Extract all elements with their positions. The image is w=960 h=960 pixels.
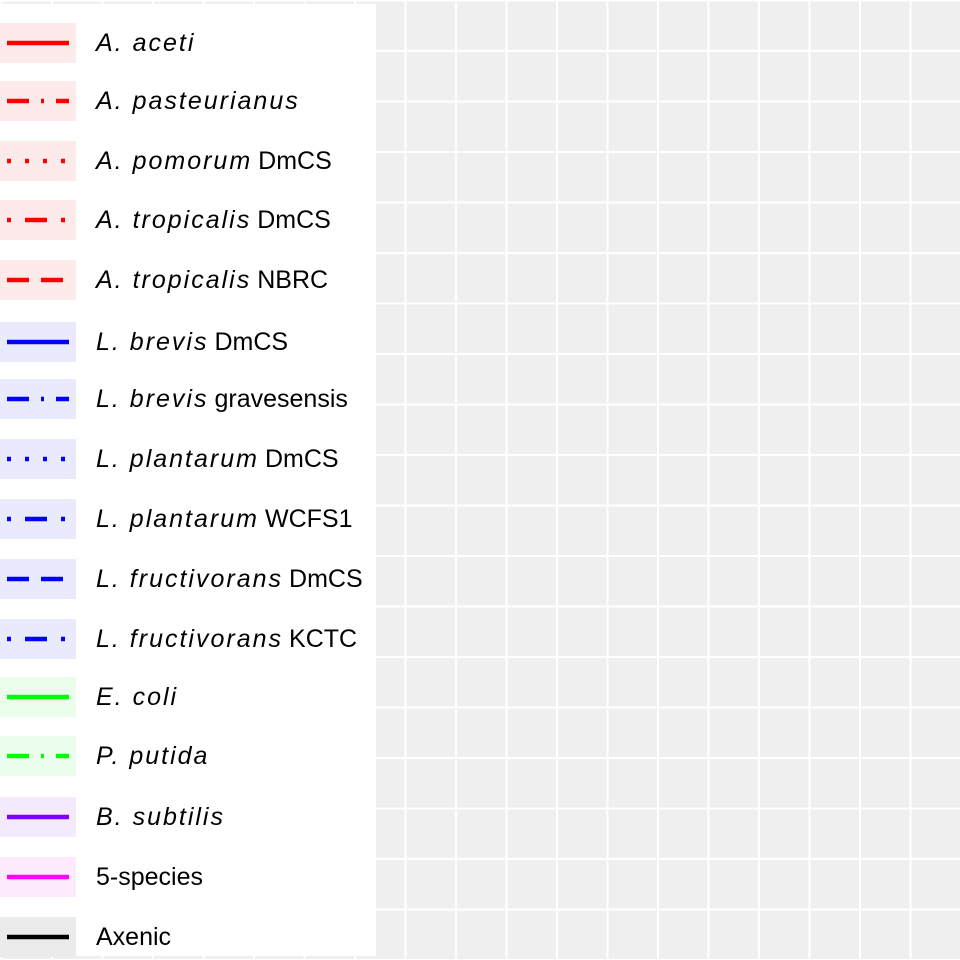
legend-label: L. plantarum WCFS1 (96, 499, 352, 539)
legend-item: A. tropicalis DmCS (0, 200, 376, 240)
legend-key (0, 81, 76, 121)
legend-label-species: A. tropicalis (96, 266, 252, 294)
legend-label: P. putida (96, 736, 209, 776)
legend-label: L. plantarum DmCS (96, 439, 339, 479)
legend-key-swatch (0, 322, 76, 362)
legend-key (0, 439, 76, 479)
legend-key-swatch (0, 260, 76, 300)
legend-key-swatch (0, 797, 76, 837)
legend-label-strain: gravesensis (214, 385, 348, 413)
legend-label-strain: DmCS (258, 147, 332, 175)
legend-key-swatch (0, 619, 76, 659)
legend-label-strain: WCFS1 (264, 505, 353, 533)
legend-key (0, 141, 76, 181)
legend-item: A. aceti (0, 23, 376, 63)
legend-item: Axenic (0, 917, 376, 957)
legend-key-swatch (0, 736, 76, 776)
legend-item: A. tropicalis NBRC (0, 260, 376, 300)
legend-label-species: A. tropicalis (96, 206, 252, 234)
legend-label-species: A. aceti (96, 29, 196, 57)
legend-label-strain: DmCS (289, 565, 363, 593)
legend-key-swatch (0, 379, 76, 419)
legend-label: Axenic (96, 917, 171, 957)
legend-label-strain: KCTC (289, 625, 358, 653)
legend-item: L. brevis gravesensis (0, 379, 376, 419)
legend-key-swatch (0, 439, 76, 479)
legend-item: P. putida (0, 736, 376, 776)
legend-key (0, 736, 76, 776)
legend-key (0, 200, 76, 240)
legend-item: 5-species (0, 857, 376, 897)
legend-label-strain: DmCS (264, 445, 339, 473)
legend-key (0, 260, 76, 300)
legend-key (0, 499, 76, 539)
legend-label-species: L. plantarum (96, 505, 259, 533)
legend-item: L. plantarum DmCS (0, 439, 376, 479)
legend-key-swatch (0, 559, 76, 599)
legend-item: L. fructivorans DmCS (0, 559, 376, 599)
legend-item: B. subtilis (0, 797, 376, 837)
legend-key-swatch (0, 200, 76, 240)
legend-label-species: P. putida (96, 742, 210, 770)
legend-label: 5-species (96, 857, 203, 897)
legend-label-species: B. subtilis (96, 803, 225, 831)
legend-label: A. pasteurianus (96, 81, 300, 121)
legend-label-species: L. fructivorans (96, 625, 284, 653)
legend-key-swatch (0, 141, 76, 181)
legend-label-species: L. brevis (96, 328, 209, 356)
legend: A. aceti A. pasteurianus A. pomorum DmCS A. … (0, 4, 376, 957)
legend-key (0, 677, 76, 717)
legend-key (0, 857, 76, 897)
legend-key (0, 559, 76, 599)
legend-label: B. subtilis (96, 797, 225, 837)
legend-label-strain: Axenic (96, 923, 172, 951)
legend-label-strain: NBRC (257, 266, 329, 294)
legend-label: A. tropicalis NBRC (96, 260, 328, 300)
legend-label: A. tropicalis DmCS (96, 200, 331, 240)
legend-label-strain: DmCS (214, 328, 289, 356)
legend-label: E. coli (96, 677, 178, 717)
legend-key-swatch (0, 857, 76, 897)
legend-item: L. plantarum WCFS1 (0, 499, 376, 539)
legend-key (0, 917, 76, 957)
legend-key (0, 322, 76, 362)
legend-key (0, 619, 76, 659)
legend-label: A. pomorum DmCS (96, 141, 332, 181)
legend-item: A. pomorum DmCS (0, 141, 376, 181)
legend-key (0, 379, 76, 419)
legend-key-swatch (0, 499, 76, 539)
legend-label-species: E. coli (96, 683, 179, 711)
legend-label-species: L. brevis (96, 385, 209, 413)
legend-label: L. fructivorans DmCS (96, 559, 363, 599)
legend-label: A. aceti (96, 23, 195, 63)
legend-label-species: L. fructivorans (96, 565, 284, 593)
legend-label-strain: DmCS (257, 206, 331, 234)
legend-item: L. fructivorans KCTC (0, 619, 376, 659)
legend-label-species: L. plantarum (96, 445, 259, 473)
legend-label: L. brevis gravesensis (96, 379, 348, 419)
legend-item: A. pasteurianus (0, 81, 376, 121)
legend-key-swatch (0, 81, 76, 121)
legend-label-species: A. pomorum (96, 147, 253, 175)
legend-key-swatch (0, 917, 76, 957)
legend-label: L. fructivorans KCTC (96, 619, 357, 659)
legend-key (0, 797, 76, 837)
legend-key-swatch (0, 23, 76, 63)
legend-key-swatch (0, 677, 76, 717)
legend-label: L. brevis DmCS (96, 322, 288, 362)
legend-item: E. coli (0, 677, 376, 717)
legend-key (0, 23, 76, 63)
legend-label-species: A. pasteurianus (96, 87, 300, 115)
legend-item: L. brevis DmCS (0, 322, 376, 362)
legend-label-strain: 5-species (96, 863, 203, 891)
